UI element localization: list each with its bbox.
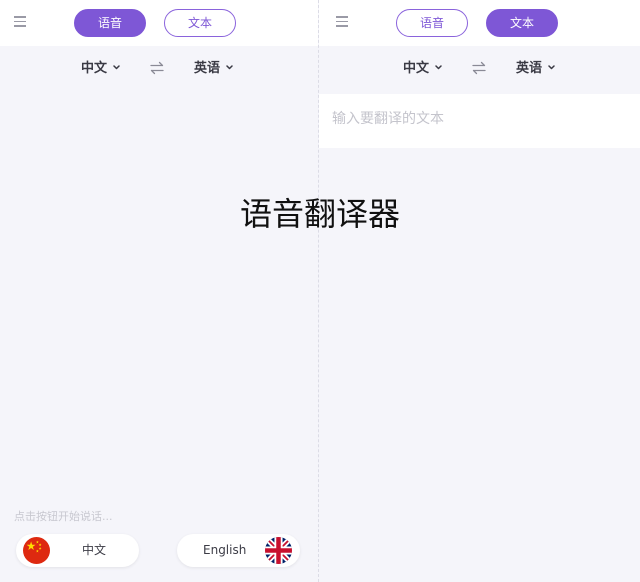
chevron-down-icon xyxy=(435,65,442,70)
text-screen: 语音 文本 中文 英语 xyxy=(319,0,640,582)
tab-text[interactable]: 文本 xyxy=(486,9,558,37)
swap-icon[interactable] xyxy=(472,61,486,75)
source-language-label: 中文 xyxy=(403,61,430,76)
target-language-button-label: English xyxy=(203,543,247,557)
speak-hint: 点击按钮开始说话... xyxy=(14,510,113,523)
voice-screen: 语音 文本 中文 英语 点击按钮开始说话... 中文 English xyxy=(0,0,318,582)
translate-text-input[interactable] xyxy=(332,108,622,130)
target-language-select[interactable]: 英语 xyxy=(516,58,555,80)
target-language-select[interactable]: 英语 xyxy=(194,58,233,80)
china-flag-icon xyxy=(23,537,50,564)
source-language-select[interactable]: 中文 xyxy=(81,58,120,80)
target-language-label: 英语 xyxy=(194,61,221,76)
chevron-down-icon xyxy=(548,65,555,70)
language-selector-row: 中文 英语 xyxy=(0,58,318,80)
tab-voice[interactable]: 语音 xyxy=(396,9,468,37)
source-language-label: 中文 xyxy=(81,61,108,76)
top-bar: 语音 文本 xyxy=(0,0,318,46)
language-selector-row: 中文 英语 xyxy=(319,58,640,80)
tab-voice[interactable]: 语音 xyxy=(74,9,146,37)
menu-icon[interactable] xyxy=(336,16,348,27)
source-language-button-label: 中文 xyxy=(82,543,107,557)
top-bar: 语音 文本 xyxy=(319,0,640,46)
target-language-label: 英语 xyxy=(516,61,543,76)
tab-text[interactable]: 文本 xyxy=(164,9,236,37)
chevron-down-icon xyxy=(113,65,120,70)
uk-flag-icon xyxy=(265,537,292,564)
swap-icon[interactable] xyxy=(150,61,164,75)
speak-source-language-button[interactable]: 中文 xyxy=(16,534,139,567)
speak-target-language-button[interactable]: English xyxy=(177,534,300,567)
text-input-area xyxy=(319,94,640,148)
menu-icon[interactable] xyxy=(14,16,26,27)
chevron-down-icon xyxy=(226,65,233,70)
source-language-select[interactable]: 中文 xyxy=(403,58,442,80)
